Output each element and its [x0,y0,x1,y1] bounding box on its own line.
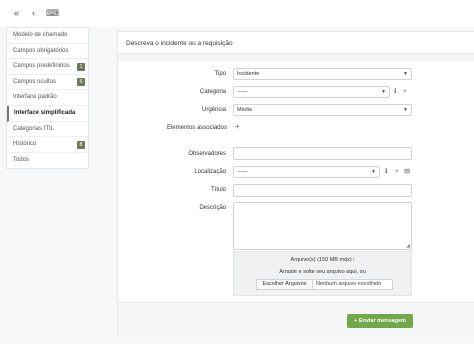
descricao-label: Descrição [199,205,226,211]
sidebar-item-categorias-itil[interactable]: Categorias ITIL [7,122,88,138]
sidebar-item-campos-predefinidos[interactable]: Campos predefinidos 1 [7,59,88,75]
urgencia-value: Média [237,107,252,113]
tipo-value: Incidente [237,71,260,77]
chevron-left-icon[interactable]: ‹ [32,9,35,18]
urgencia-label: Urgência [201,107,226,113]
plus-icon[interactable]: + [395,166,399,178]
file-input[interactable]: Escolher Arquivos Nenhum arquivo escolhi… [256,279,393,290]
sidebar-item-interface-simplificada[interactable]: Interface simplificada [7,105,88,122]
send-message-button[interactable]: + Enviar mensagem [347,314,413,328]
form-footer [118,302,474,337]
sidebar-item-label: Campos predefinidos [13,63,70,70]
localizacao-select[interactable]: ------ ▼ [233,166,380,178]
sidebar-item-campos-obrigatorios[interactable]: Campos obrigatórios [7,44,88,60]
info-icon[interactable]: i [353,257,354,263]
tipo-label: Tipo [214,71,226,77]
observadores-label: Observadores [188,151,226,157]
sidebar-item-label: Histórico [13,141,37,148]
panel-header: Descreva o incidente ou a requisição [118,32,474,54]
tipo-select[interactable]: Incidente ▼ [233,68,412,80]
sidebar-item-label: Modelo de chamado [13,32,68,38]
chevron-down-icon: ▼ [403,107,408,113]
descricao-textarea[interactable]: ◢ [233,202,412,250]
localizacao-value: ------ [237,169,248,175]
upload-title: Arquivo(s) (150 MB máx) i [234,257,411,263]
categoria-select[interactable]: ------ ▼ [233,86,390,98]
sidebar-item-label: Todos [13,156,30,163]
upload-drop-text: Arraste e solte seu arquivo aqui, ou [279,269,366,275]
double-chevron-left-icon[interactable]: « [14,9,19,18]
sidebar-item-label: Interface simplificada [14,109,76,116]
sidebar-item-label: Campos obrigatórios [13,47,69,54]
observadores-input[interactable] [233,147,412,160]
sidebar-item-label: Categorias ITIL [13,125,55,132]
map-icon[interactable]: ▤ [404,166,410,178]
sidebar: Modelo de chamado Campos obrigatórios Ca… [6,27,89,170]
sidebar-item-modelo-de-chamado[interactable]: Modelo de chamado [7,28,88,44]
sidebar-item-todos[interactable]: Todos [7,153,88,169]
keyboard-icon[interactable]: ⌨ [46,9,59,18]
choose-files-button[interactable]: Escolher Arquivos [257,280,313,289]
count-badge: 8 [77,140,85,149]
page-title: Descreva o incidente ou a requisição [126,40,233,47]
header-divider [118,54,474,62]
categoria-value: ------ [237,89,248,95]
sidebar-item-campos-ocultos[interactable]: Campos ocultos 6 [7,75,88,91]
sidebar-item-label: Interface padrão [13,94,57,101]
file-upload-dropzone[interactable]: Arquivo(s) (150 MB máx) i Arraste e solt… [233,251,412,296]
chevron-down-icon: ▼ [381,89,386,95]
top-toolbar: « ‹ ⌨ [0,0,474,27]
titulo-input[interactable] [233,184,412,197]
add-item-plus-icon[interactable]: + [235,121,240,133]
chevron-down-icon: ▼ [371,169,376,175]
sidebar-item-label: Campos ocultos [13,78,57,85]
count-badge: 1 [77,62,85,71]
resize-handle-icon[interactable]: ◢ [406,243,410,249]
urgencia-select[interactable]: Média ▼ [233,104,412,116]
chevron-down-icon: ▼ [403,71,408,77]
no-file-chosen-text: Nenhum arquivo escolhido [316,281,382,287]
info-icon[interactable]: ℹ [385,166,387,178]
info-icon[interactable]: ℹ [394,86,396,98]
titulo-label: Título [210,187,226,193]
sidebar-item-historico[interactable]: Histórico 8 [7,137,88,153]
categoria-label: Categoria [199,89,226,95]
sidebar-item-interface-padrao[interactable]: Interface padrão [7,90,88,106]
localizacao-label: Localização [194,169,226,175]
count-badge: 6 [77,78,85,87]
plus-icon[interactable]: + [403,86,407,98]
elementos-associados-label: Elementos associados [166,125,227,131]
upload-title-text: Arquivo(s) (150 MB máx) [290,257,352,263]
